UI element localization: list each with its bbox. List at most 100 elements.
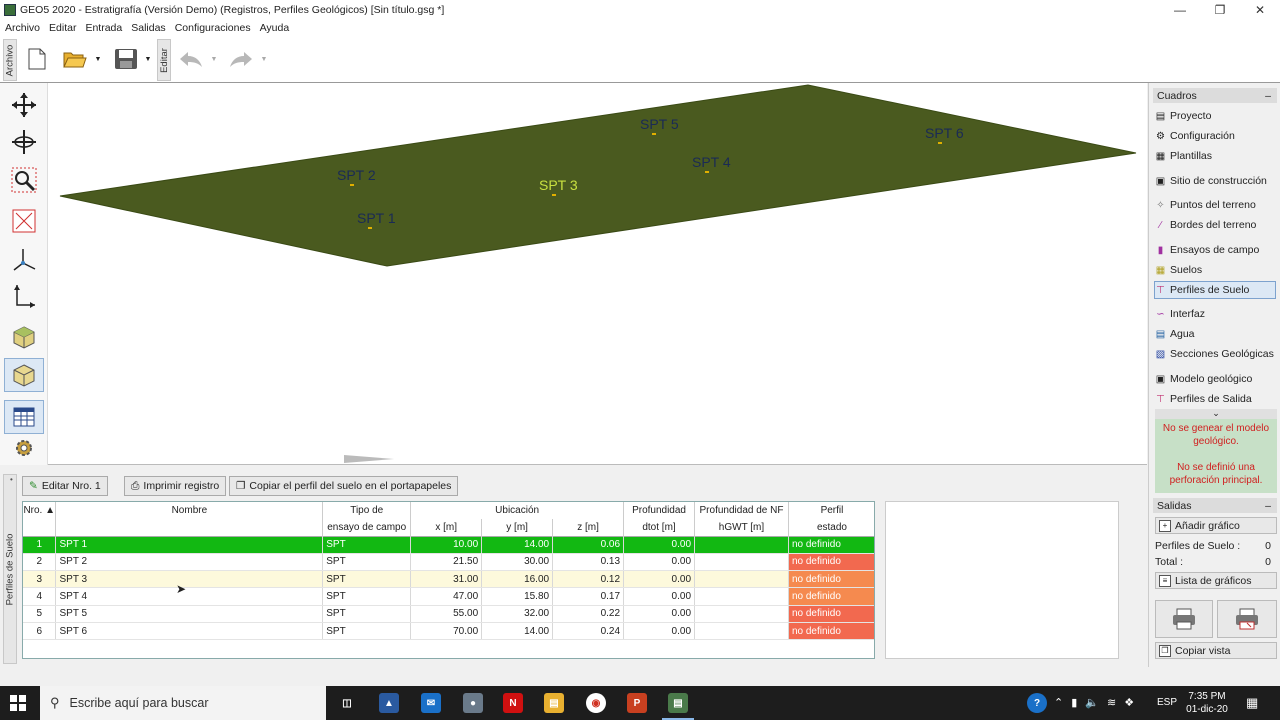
netflix-icon[interactable]: N bbox=[503, 693, 523, 713]
menu-configuraciones[interactable]: Configuraciones bbox=[175, 22, 251, 34]
frame-plantillas[interactable]: ▦ Plantillas bbox=[1155, 147, 1277, 165]
3d-viewport[interactable]: SPT 2 SPT 1 SPT 3 SPT 5 SPT 4 SPT 6 bbox=[48, 83, 1147, 465]
table-row[interactable]: 5 SPT 5 SPT 55.00 32.00 0.22 0.00 no definido bbox=[23, 605, 874, 623]
col-profundidad-nf[interactable]: Profundidad de NF bbox=[694, 502, 789, 519]
cuadros-header[interactable]: Cuadros – bbox=[1153, 88, 1277, 103]
frame-secciones[interactable]: ▧ Secciones Geológicas bbox=[1155, 345, 1277, 363]
add-graph-button[interactable]: + Añadir gráfico bbox=[1155, 517, 1277, 534]
table-row[interactable]: 2 SPT 2 SPT 21.50 30.00 0.13 0.00 no definido bbox=[23, 553, 874, 572]
spt-label[interactable]: SPT 5 bbox=[640, 116, 679, 132]
undo-dropdown-icon[interactable]: ▼ bbox=[210, 54, 218, 64]
cell-x: 55.00 bbox=[410, 605, 483, 623]
frame-perfiles-suelo[interactable]: ⊤ Perfiles de Suelo bbox=[1154, 281, 1276, 299]
save-icon[interactable] bbox=[112, 46, 140, 72]
windows-start-icon[interactable] bbox=[10, 695, 26, 714]
menu-editar[interactable]: Editar bbox=[49, 22, 76, 34]
col-perfil[interactable]: Perfil bbox=[788, 502, 874, 519]
undo-icon[interactable] bbox=[176, 48, 206, 70]
minimize-button[interactable]: — bbox=[1160, 0, 1200, 20]
spt-label[interactable]: SPT 6 bbox=[925, 125, 964, 141]
perfiles-de-suelo-tab[interactable]: Perfiles de Suelo bbox=[3, 474, 17, 664]
geo5-taskbar-icon[interactable]: ▤ bbox=[668, 693, 688, 713]
table-row[interactable]: 6 SPT 6 SPT 70.00 14.00 0.24 0.00 no definido bbox=[23, 622, 874, 641]
open-dropdown-icon[interactable]: ▼ bbox=[94, 54, 102, 64]
battery-icon[interactable]: ▮ bbox=[1071, 696, 1077, 709]
table-row[interactable]: 1 SPT 1 SPT 10.00 14.00 0.06 0.00 no definido bbox=[23, 536, 874, 554]
cell-nombre: SPT 5 bbox=[55, 605, 324, 623]
table-row[interactable]: 4 SPT 4 SPT 47.00 15.80 0.17 0.00 no definido bbox=[23, 587, 874, 606]
col-tipo[interactable]: Tipo de bbox=[322, 502, 412, 519]
axes-2d-icon[interactable] bbox=[4, 279, 44, 313]
menu-ayuda[interactable]: Ayuda bbox=[260, 22, 290, 34]
graph-list-button[interactable]: ≡ Lista de gráficos bbox=[1155, 572, 1277, 589]
editar-tab[interactable]: Editar bbox=[157, 39, 171, 81]
restore-button[interactable]: ❐ bbox=[1200, 0, 1240, 20]
paint-icon[interactable]: ● bbox=[463, 693, 483, 713]
settings-gear-icon[interactable] bbox=[4, 431, 44, 465]
print-export-button[interactable] bbox=[1217, 600, 1277, 638]
new-file-icon[interactable] bbox=[26, 46, 48, 72]
frame-interfaz[interactable]: ∽ Interfaz bbox=[1155, 305, 1277, 323]
app-pinned-icon[interactable]: ▲ bbox=[379, 693, 399, 713]
cube-view-selected-icon[interactable] bbox=[4, 358, 44, 392]
frame-configuracion[interactable]: ⚙ Configuración bbox=[1155, 127, 1277, 145]
chrome-icon[interactable]: ◉ bbox=[586, 693, 606, 713]
mail-icon[interactable]: ✉ bbox=[421, 693, 441, 713]
frame-proyecto[interactable]: ▤ Proyecto bbox=[1155, 107, 1277, 125]
copy-view-button[interactable]: ❐ Copiar vista bbox=[1155, 642, 1277, 659]
col-ubicacion[interactable]: Ubicación bbox=[410, 502, 625, 519]
spt-label[interactable]: SPT 1 bbox=[357, 210, 396, 226]
system-tray[interactable]: ⌃ ▮ 🔈 ≋ ❖ bbox=[1054, 696, 1134, 709]
frame-perfiles-salida[interactable]: ⊤ Perfiles de Salida bbox=[1155, 390, 1277, 408]
cell-nombre: SPT 6 bbox=[55, 622, 324, 641]
notifications-icon[interactable]: ▦ bbox=[1246, 695, 1258, 711]
language-indicator[interactable]: ESP bbox=[1157, 697, 1177, 708]
powerpoint-icon[interactable]: P bbox=[627, 693, 647, 713]
print-button[interactable] bbox=[1155, 600, 1213, 638]
cube-view-icon[interactable] bbox=[4, 320, 44, 354]
salidas-header[interactable]: Salidas – bbox=[1153, 498, 1277, 513]
spt-label[interactable]: SPT 4 bbox=[692, 154, 731, 170]
table-view-icon[interactable] bbox=[4, 400, 44, 434]
close-button[interactable]: ✕ bbox=[1240, 0, 1280, 20]
edit-button[interactable]: ✎ Editar Nro. 1 bbox=[22, 476, 108, 496]
frame-sitio[interactable]: ▣ Sitio de construcción bbox=[1155, 172, 1277, 190]
redo-dropdown-icon[interactable]: ▼ bbox=[260, 54, 268, 64]
print-record-button[interactable]: ⎙ Imprimir registro bbox=[124, 476, 227, 496]
copy-profile-button[interactable]: ❐ Copiar el perfil del suelo en el portap… bbox=[229, 476, 459, 496]
spt-label[interactable]: SPT 2 bbox=[337, 167, 376, 183]
frame-agua[interactable]: ▤ Agua bbox=[1155, 325, 1277, 343]
menu-entrada[interactable]: Entrada bbox=[85, 22, 122, 34]
wifi-icon[interactable]: ≋ bbox=[1107, 696, 1116, 709]
frame-puntos[interactable]: ✧ Puntos del terreno bbox=[1155, 196, 1277, 214]
chevron-up-icon[interactable]: ⌃ bbox=[1054, 696, 1063, 709]
move-icon[interactable] bbox=[4, 88, 44, 122]
expand-chevron-icon[interactable]: ⌄ bbox=[1155, 409, 1277, 419]
dropbox-icon[interactable]: ❖ bbox=[1124, 696, 1134, 709]
redo-icon[interactable] bbox=[226, 48, 256, 70]
frame-modelo[interactable]: ▣ Modelo geológico bbox=[1155, 370, 1277, 388]
archivo-tab[interactable]: Archivo bbox=[3, 39, 17, 81]
menu-archivo[interactable]: Archivo bbox=[5, 22, 40, 34]
col-nombre[interactable]: Nombre bbox=[55, 502, 324, 519]
col-nro[interactable]: Nro. ▲ bbox=[23, 502, 57, 519]
frame-ensayos[interactable]: ▮ Ensayos de campo bbox=[1155, 241, 1277, 259]
frame-suelos[interactable]: ▦ Suelos bbox=[1155, 261, 1277, 279]
col-profundidad[interactable]: Profundidad bbox=[623, 502, 696, 519]
rotate-icon[interactable] bbox=[4, 125, 44, 159]
clock[interactable]: 7:35 PM 01-dic-20 bbox=[1182, 690, 1232, 716]
zoom-icon[interactable] bbox=[4, 163, 44, 197]
spt-label-highlighted[interactable]: SPT 3 bbox=[539, 177, 578, 193]
volume-icon[interactable]: 🔈 bbox=[1085, 696, 1099, 709]
task-view-icon[interactable]: ◫ bbox=[337, 693, 357, 713]
zoom-extents-icon[interactable] bbox=[4, 204, 44, 238]
file-explorer-icon[interactable]: ▤ bbox=[544, 693, 564, 713]
taskbar-search[interactable]: ⚲ Escribe aquí para buscar bbox=[40, 686, 326, 720]
open-folder-icon[interactable] bbox=[60, 46, 90, 72]
menu-salidas[interactable]: Salidas bbox=[131, 22, 165, 34]
help-icon[interactable]: ? bbox=[1027, 693, 1047, 713]
frame-bordes[interactable]: ∕ Bordes del terreno bbox=[1155, 216, 1277, 234]
table-row[interactable]: 3 SPT 3 SPT 31.00 16.00 0.12 0.00 no definido bbox=[23, 570, 874, 589]
save-dropdown-icon[interactable]: ▼ bbox=[144, 54, 152, 64]
axes-3d-icon[interactable] bbox=[4, 243, 44, 277]
